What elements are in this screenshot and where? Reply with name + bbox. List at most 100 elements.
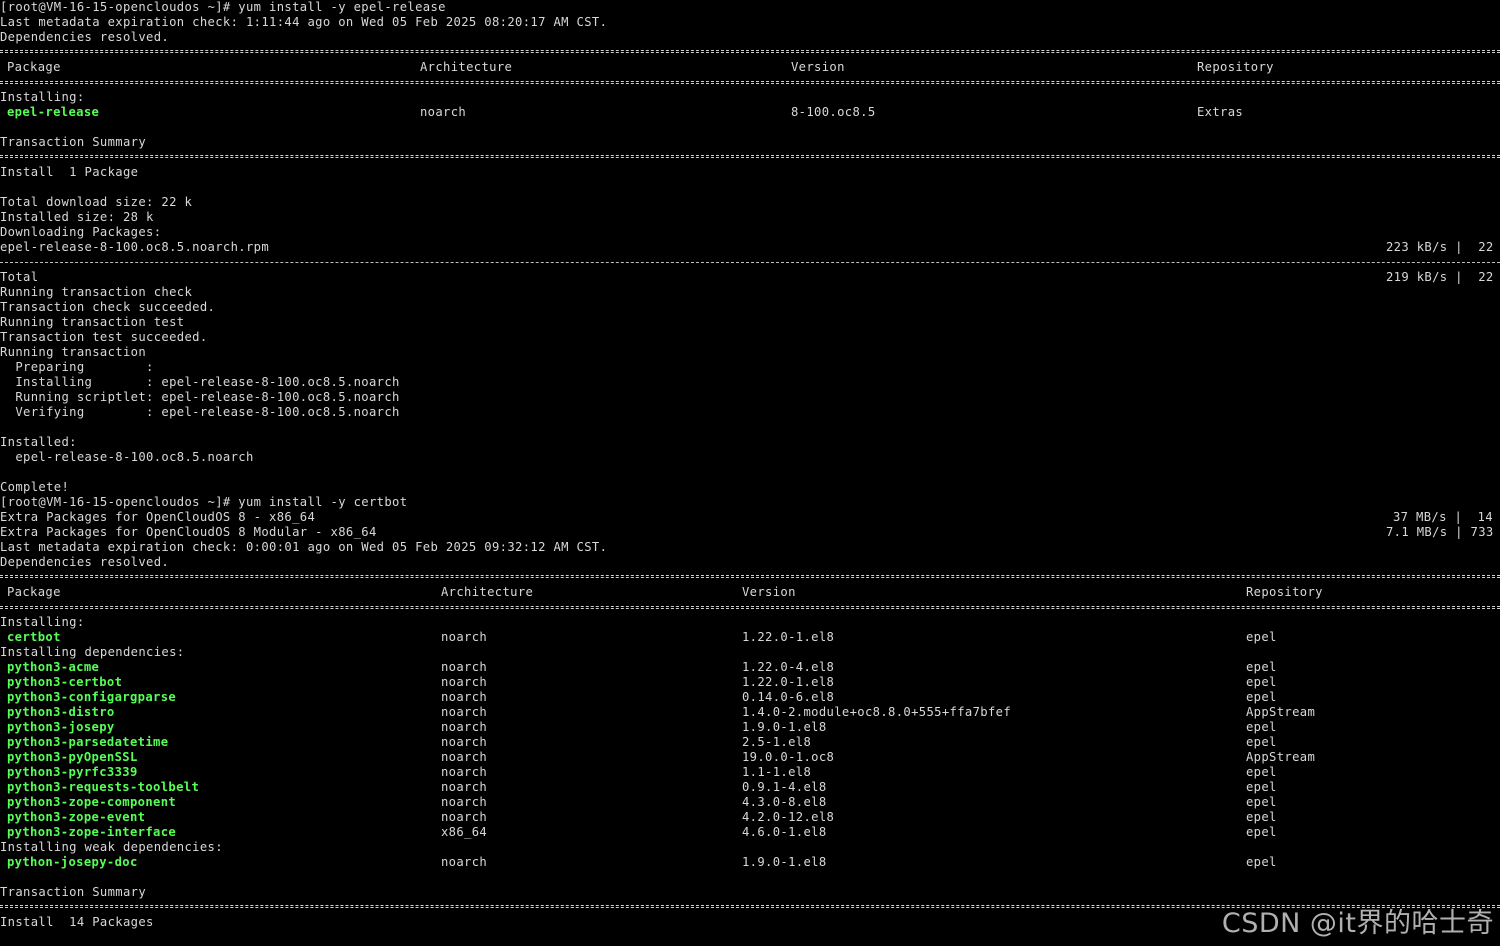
repo-row: Extra Packages for OpenCloudOS 8 - x86_6… bbox=[0, 510, 1500, 525]
summary-title: Transaction Summary bbox=[0, 135, 147, 149]
rpm-file: epel-release-8-100.oc8.5.noarch.rpm bbox=[0, 240, 270, 254]
package-name: python-josepy-doc bbox=[7, 855, 138, 869]
package-name: python3-requests-toolbelt bbox=[7, 780, 200, 794]
package-repo: epel bbox=[1246, 675, 1277, 689]
package-arch: noarch bbox=[441, 720, 488, 734]
package-repo: epel bbox=[1246, 630, 1277, 644]
separator bbox=[0, 575, 1500, 578]
package-version: 1.1-1.el8 bbox=[742, 765, 812, 779]
complete-line: Complete! bbox=[0, 480, 70, 494]
header-repository: Repository bbox=[1197, 60, 1274, 74]
prompt-line: [root@VM-16-15-opencloudos ~]# yum insta… bbox=[0, 495, 408, 509]
separator bbox=[0, 81, 1500, 84]
package-name: python3-pyrfc3339 bbox=[7, 765, 138, 779]
table-header: Package Architecture Version Repository bbox=[0, 585, 1500, 600]
table-row: python3-zope-interface x86_64 4.6.0-1.el8 e… bbox=[0, 825, 1500, 840]
group-label: Installing: bbox=[0, 615, 85, 629]
package-arch: noarch bbox=[441, 705, 488, 719]
table-header: Package Architecture Version Repository bbox=[0, 60, 1500, 75]
watermark: CSDN @it界的哈士奇 bbox=[1221, 908, 1494, 939]
package-arch: x86_64 bbox=[441, 825, 488, 839]
package-repo: epel bbox=[1246, 720, 1277, 734]
table-row: epel-release noarch 8-100.oc8.5 Extras bbox=[0, 105, 1500, 120]
package-repo: epel bbox=[1246, 780, 1277, 794]
package-name: python3-josepy bbox=[7, 720, 115, 734]
deps-resolved-line: Dependencies resolved. bbox=[0, 555, 170, 569]
total-speed: 219 kB/s | 22 kB bbox=[1386, 270, 1494, 284]
package-arch: noarch bbox=[441, 735, 488, 749]
installed-label: Installed: bbox=[0, 435, 77, 449]
package-version: 8-100.oc8.5 bbox=[791, 105, 876, 119]
package-name: python3-distro bbox=[7, 705, 115, 719]
package-version: 0.9.1-4.el8 bbox=[742, 780, 827, 794]
separator bbox=[0, 50, 1500, 53]
package-arch: noarch bbox=[441, 855, 488, 869]
separator bbox=[0, 155, 1500, 158]
prompt-line: [root@VM-16-15-opencloudos ~]# yum insta… bbox=[0, 0, 446, 14]
package-name: epel-release bbox=[7, 105, 100, 119]
header-package: Package bbox=[7, 60, 61, 74]
package-arch: noarch bbox=[441, 765, 488, 779]
separator bbox=[0, 606, 1500, 609]
package-name: certbot bbox=[7, 630, 61, 644]
header-architecture: Architecture bbox=[441, 585, 534, 599]
table-row: python3-pyOpenSSL noarch 19.0.0-1.oc8 AppSt… bbox=[0, 750, 1500, 765]
header-package: Package bbox=[7, 585, 61, 599]
repo-speed: 7.1 MB/s | 733 kB bbox=[1386, 525, 1494, 539]
transaction-line: Running transaction check bbox=[0, 285, 193, 299]
package-name: python3-zope-interface bbox=[7, 825, 177, 839]
package-name: python3-zope-component bbox=[7, 795, 177, 809]
package-repo: AppStream bbox=[1246, 705, 1316, 719]
header-version: Version bbox=[791, 60, 845, 74]
package-version: 4.3.0-8.el8 bbox=[742, 795, 827, 809]
transaction-line: Installing : epel-release-8-100.oc8.5.no… bbox=[0, 375, 400, 389]
total-row: Total 219 kB/s | 22 kB bbox=[0, 270, 1500, 285]
package-arch: noarch bbox=[420, 105, 467, 119]
package-name: python3-acme bbox=[7, 660, 100, 674]
transaction-line: Transaction check succeeded. bbox=[0, 300, 216, 314]
package-version: 1.22.0-4.el8 bbox=[742, 660, 835, 674]
package-repo: AppStream bbox=[1246, 750, 1316, 764]
table-row: python3-josepy noarch 1.9.0-1.el8 epel bbox=[0, 720, 1500, 735]
package-arch: noarch bbox=[441, 630, 488, 644]
repo-name: Extra Packages for OpenCloudOS 8 Modular… bbox=[0, 525, 377, 539]
package-version: 4.6.0-1.el8 bbox=[742, 825, 827, 839]
header-repository: Repository bbox=[1246, 585, 1323, 599]
group-label: Installing: bbox=[0, 90, 85, 104]
package-repo: epel bbox=[1246, 825, 1277, 839]
transaction-line: Preparing : bbox=[0, 360, 154, 374]
package-name: python3-parsedatetime bbox=[7, 735, 169, 749]
package-version: 1.9.0-1.el8 bbox=[742, 855, 827, 869]
package-repo: epel bbox=[1246, 660, 1277, 674]
repo-speed: 37 MB/s | 14 MB bbox=[1393, 510, 1493, 524]
transaction-line: Verifying : epel-release-8-100.oc8.5.noa… bbox=[0, 405, 400, 419]
package-version: 19.0.0-1.oc8 bbox=[742, 750, 835, 764]
table-row: python3-zope-event noarch 4.2.0-12.el8 epel bbox=[0, 810, 1500, 825]
package-arch: noarch bbox=[441, 795, 488, 809]
group-label: Installing dependencies: bbox=[0, 645, 185, 659]
package-version: 2.5-1.el8 bbox=[742, 735, 812, 749]
package-version: 4.2.0-12.el8 bbox=[742, 810, 835, 824]
package-arch: noarch bbox=[441, 810, 488, 824]
package-version: 1.9.0-1.el8 bbox=[742, 720, 827, 734]
package-version: 0.14.0-6.el8 bbox=[742, 690, 835, 704]
install-count: Install 14 Packages bbox=[0, 915, 154, 929]
package-version: 1.22.0-1.el8 bbox=[742, 675, 835, 689]
package-repo: epel bbox=[1246, 690, 1277, 704]
transaction-line: Running transaction test bbox=[0, 315, 185, 329]
transaction-line: Running scriptlet: epel-release-8-100.oc… bbox=[0, 390, 400, 404]
header-version: Version bbox=[742, 585, 796, 599]
installed-size: Installed size: 28 k bbox=[0, 210, 154, 224]
header-architecture: Architecture bbox=[420, 60, 513, 74]
transaction-line: Running transaction bbox=[0, 345, 147, 359]
metadata-line: Last metadata expiration check: 0:00:01 … bbox=[0, 540, 608, 554]
package-repo: epel bbox=[1246, 765, 1277, 779]
repo-name: Extra Packages for OpenCloudOS 8 - x86_6… bbox=[0, 510, 316, 524]
install-count: Install 1 Package bbox=[0, 165, 139, 179]
table-row: python3-pyrfc3339 noarch 1.1-1.el8 epel bbox=[0, 765, 1500, 780]
package-arch: noarch bbox=[441, 750, 488, 764]
total-label: Total bbox=[0, 270, 39, 284]
installed-package: epel-release-8-100.oc8.5.noarch bbox=[0, 450, 254, 464]
group-label: Installing weak dependencies: bbox=[0, 840, 223, 854]
table-row: python3-parsedatetime noarch 2.5-1.el8 epel bbox=[0, 735, 1500, 750]
